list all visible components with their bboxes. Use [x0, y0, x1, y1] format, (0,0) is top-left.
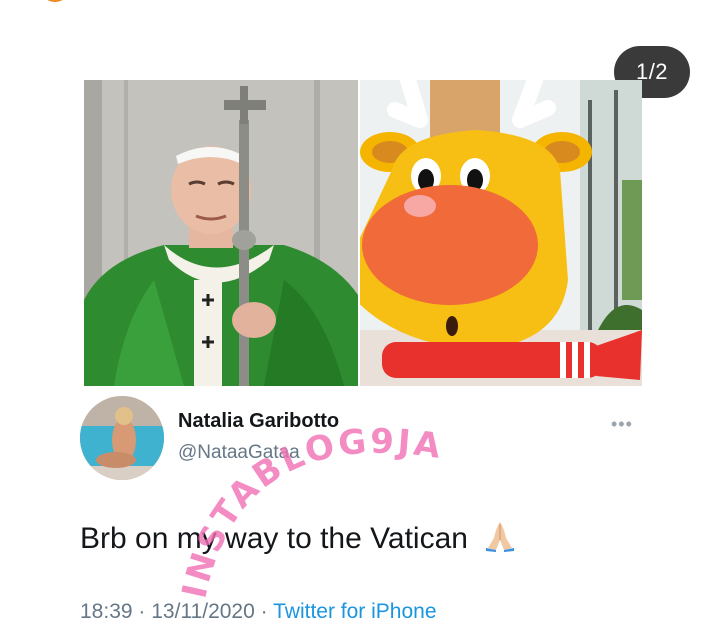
user-handle[interactable]: @NataaGataa [178, 442, 300, 464]
display-name[interactable]: Natalia Garibotto [178, 410, 339, 433]
tweet-text-content: Brb on my way to the Vatican [80, 521, 468, 555]
tweet-photo-sticker[interactable] [360, 80, 642, 386]
avatar-image [80, 396, 164, 480]
pope-illustration [84, 80, 358, 386]
reindeer-sticker-illustration [360, 80, 642, 386]
folded-hands-icon [482, 518, 518, 562]
tweet-text: Brb on my way to the Vatican [80, 518, 518, 562]
tweet-time: 18:39 [80, 600, 133, 623]
tweet-meta: 18:39 · 13/11/2020 · Twitter for iPhone [80, 600, 437, 624]
tweet-photo-pope[interactable] [84, 80, 358, 386]
partial-orange-icon [40, 0, 70, 2]
tweet-source-link[interactable]: Twitter for iPhone [273, 600, 436, 623]
meta-separator: · [138, 600, 146, 623]
meta-separator: · [260, 600, 268, 623]
avatar[interactable] [80, 396, 164, 480]
ellipsis-icon[interactable]: ••• [611, 414, 633, 435]
tweet-date: 13/11/2020 [151, 600, 255, 623]
